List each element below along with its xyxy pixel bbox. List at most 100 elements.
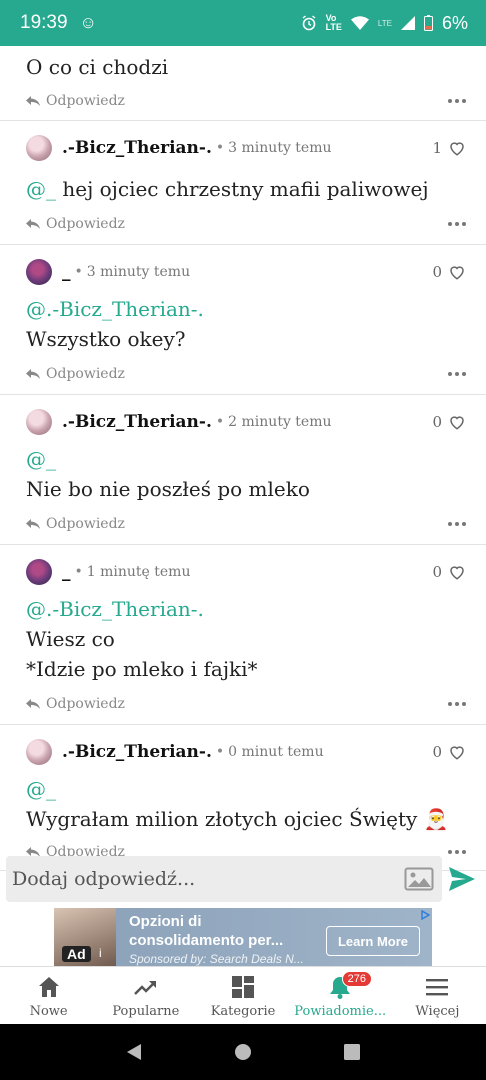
- comment-body: @.-Bicz_Therian-. Wszystko okey?: [26, 294, 466, 354]
- comment-body: @_ hej ojciec chrzestny mafii paliwowej: [26, 174, 466, 204]
- comment-header: .-Bicz_Therian-. • 2 minuty temu 0: [26, 409, 466, 435]
- mention-link[interactable]: @.-Bicz_Therian-.: [26, 594, 466, 624]
- status-time: 19:39: [20, 12, 68, 33]
- comment-body: @_ Wygrałam milion złotych ojciec Święty…: [26, 774, 466, 834]
- reply-button[interactable]: Odpowiedz: [26, 516, 125, 532]
- comment-author[interactable]: .-Bicz_Therian-.: [62, 138, 212, 158]
- reply-input[interactable]: [12, 868, 404, 890]
- system-navigation-bar: [0, 1024, 486, 1080]
- comment-footer: Odpowiedz: [26, 354, 466, 394]
- comment-footer: Odpowiedz: [26, 82, 466, 120]
- comment-time: 3 minuty temu: [86, 264, 191, 280]
- like-button[interactable]: 0: [432, 563, 466, 581]
- ad-cta-button[interactable]: Learn More: [326, 926, 420, 956]
- trending-icon: [133, 981, 156, 995]
- reply-icon: [26, 699, 40, 709]
- like-count: 0: [432, 413, 442, 431]
- ad-title: Opzioni di consolidamento per...: [129, 913, 284, 949]
- reply-icon: [26, 96, 40, 106]
- separator-dot: •: [74, 264, 83, 280]
- like-button[interactable]: 0: [432, 743, 466, 761]
- mention-link[interactable]: @_: [26, 774, 466, 804]
- send-icon[interactable]: [448, 866, 476, 892]
- comment-author[interactable]: _: [62, 562, 71, 582]
- comment-time: 3 minuty temu: [228, 140, 332, 156]
- comment: .-Bicz_Therian-. • 3 minuty temu 1 @_ he…: [0, 135, 486, 245]
- ad-banner[interactable]: Ad i Opzioni di consolidamento per... Sp…: [54, 908, 432, 966]
- avatar[interactable]: [26, 409, 52, 435]
- avatar[interactable]: [26, 259, 52, 285]
- heart-icon: [450, 416, 464, 430]
- home-button-icon[interactable]: [234, 1043, 252, 1061]
- comment: _ • 1 minutę temu 0 @.-Bicz_Therian-. Wi…: [0, 559, 486, 725]
- comment-time: 2 minuty temu: [228, 414, 332, 430]
- ad-info-icon[interactable]: i: [99, 946, 102, 960]
- comment-body: @.-Bicz_Therian-. Wiesz co *Idzie po mle…: [26, 594, 466, 684]
- comment-header: .-Bicz_Therian-. • 0 minut temu 0: [26, 739, 466, 765]
- reply-icon: [26, 219, 40, 229]
- comment: _ • 3 minuty temu 0 @.-Bicz_Therian-. Ws…: [0, 259, 486, 395]
- nav-label: Popularne: [112, 1004, 180, 1019]
- heart-icon: [450, 746, 464, 760]
- like-count: 0: [432, 263, 442, 281]
- battery-icon: [423, 15, 433, 31]
- nav-label: Powiadomie...: [294, 1004, 387, 1019]
- reply-label: Odpowiedz: [46, 93, 125, 109]
- comment-author[interactable]: _: [62, 262, 71, 282]
- nav-label: Nowe: [29, 1004, 68, 1019]
- comment-author[interactable]: .-Bicz_Therian-.: [62, 412, 212, 432]
- reply-button[interactable]: Odpowiedz: [26, 93, 125, 109]
- like-button[interactable]: 0: [432, 413, 466, 431]
- image-icon[interactable]: [404, 867, 434, 891]
- nav-label: Więcej: [415, 1004, 460, 1019]
- comment-text-line: Wszystko okey?: [26, 327, 186, 351]
- more-options-icon[interactable]: [448, 372, 466, 376]
- like-count: 0: [432, 743, 442, 761]
- nav-item-powiadomienia[interactable]: 276 Powiadomie...: [292, 967, 389, 1024]
- comment-body: O co ci chodzi: [26, 52, 466, 82]
- nav-item-kategorie[interactable]: Kategorie: [194, 967, 291, 1024]
- reply-button[interactable]: Odpowiedz: [26, 216, 125, 232]
- nav-item-nowe[interactable]: Nowe: [0, 967, 97, 1024]
- adchoices-icon[interactable]: [420, 910, 430, 920]
- more-options-icon[interactable]: [448, 222, 466, 226]
- mention-link[interactable]: @_: [26, 444, 466, 474]
- comment-text-line: Nie bo nie poszłeś po mleko: [26, 477, 310, 501]
- signal-icon: [400, 16, 415, 30]
- avatar[interactable]: [26, 739, 52, 765]
- separator-dot: •: [215, 414, 225, 430]
- nav-item-wiecej[interactable]: Więcej: [389, 967, 486, 1024]
- mention-link[interactable]: @_: [26, 177, 56, 201]
- more-options-icon[interactable]: [448, 702, 466, 706]
- comment-header: _ • 1 minutę temu 0: [26, 559, 466, 585]
- comment-header: _ • 3 minuty temu 0: [26, 259, 466, 285]
- reply-icon: [26, 369, 40, 379]
- battery-level: 6%: [441, 12, 468, 33]
- comment-author[interactable]: .-Bicz_Therian-.: [62, 742, 212, 762]
- alarm-icon: [302, 15, 315, 31]
- avatar[interactable]: [26, 135, 52, 161]
- more-options-icon[interactable]: [448, 522, 466, 526]
- mention-link[interactable]: @.-Bicz_Therian-.: [26, 294, 466, 324]
- menu-icon: [426, 979, 449, 996]
- reply-label: Odpowiedz: [46, 696, 125, 712]
- nav-item-popularne[interactable]: Popularne: [97, 967, 194, 1024]
- volte-label: Vo LTE: [325, 13, 342, 32]
- wifi-icon: [350, 16, 369, 30]
- avatar[interactable]: [26, 559, 52, 585]
- comment-footer: Odpowiedz: [26, 504, 466, 544]
- ad-text: Opzioni di consolidamento per... Sponsor…: [116, 908, 316, 966]
- smiley-icon: ☺: [79, 13, 97, 32]
- reply-composer: [6, 856, 442, 902]
- ad-image[interactable]: Ad i: [54, 908, 116, 966]
- more-options-icon[interactable]: [448, 99, 466, 103]
- like-button[interactable]: 0: [432, 263, 466, 281]
- like-button[interactable]: 1: [432, 139, 466, 157]
- recents-icon[interactable]: [343, 1043, 361, 1061]
- comment-body: @_ Nie bo nie poszłeś po mleko: [26, 444, 466, 504]
- reply-button[interactable]: Odpowiedz: [26, 696, 125, 712]
- back-icon[interactable]: [125, 1043, 143, 1061]
- more-options-icon[interactable]: [448, 850, 466, 854]
- comment-text-line: Wiesz co: [26, 627, 115, 651]
- reply-button[interactable]: Odpowiedz: [26, 366, 125, 382]
